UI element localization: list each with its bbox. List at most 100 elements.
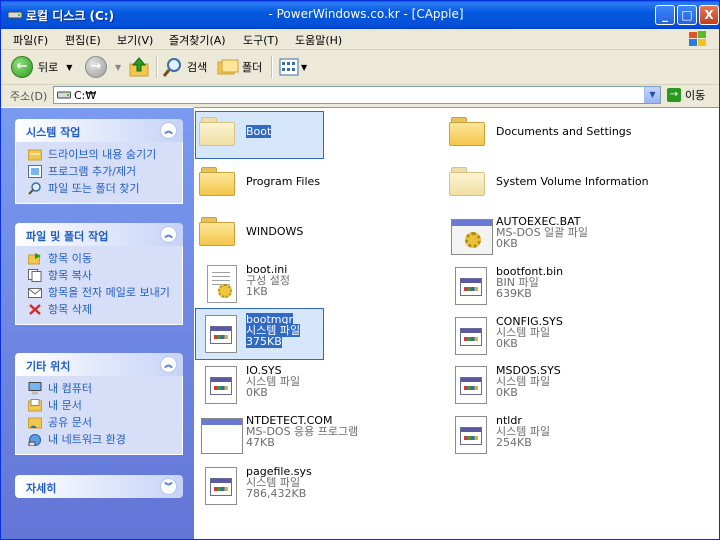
folder-icon — [199, 117, 235, 146]
collapse-chevron-icon[interactable]: ︽ — [160, 122, 177, 139]
go-arrow-icon: → — [667, 88, 681, 102]
place-my-documents[interactable]: 내 문서 — [16, 397, 182, 414]
system-file-icon — [455, 366, 487, 404]
place-shared-documents[interactable]: 공유 문서 — [16, 414, 182, 431]
task-label: 항목 복사 — [48, 269, 92, 282]
system-tasks-header[interactable]: 시스템 작업 ︽ — [15, 119, 183, 142]
address-bar: 주소(D) C:₩ ▼ → 이동 — [1, 85, 719, 106]
up-folder-button[interactable] — [128, 55, 150, 79]
close-button[interactable]: X — [699, 5, 719, 25]
address-value: C:₩ — [74, 89, 97, 102]
details-header[interactable]: 자세히 ︾ — [15, 475, 183, 498]
task-pane: 시스템 작업 ︽ 드라이브의 내용 숨기기 프로그램 추가/제거 파일 또는 폴… — [1, 107, 194, 539]
file-item[interactable]: bootmgr 시스템 파일 375KB — [195, 309, 435, 359]
file-name: Documents and Settings — [496, 125, 632, 138]
task-email-item[interactable]: 항목을 전자 메일로 보내기 — [16, 284, 182, 301]
details-panel: 자세히 ︾ — [15, 475, 183, 498]
menu-edit[interactable]: 편집(E) — [65, 32, 101, 48]
window-title: 로컬 디스크 (C:) — [26, 9, 115, 23]
minimize-button[interactable]: _ — [655, 5, 675, 25]
maximize-button[interactable]: □ — [677, 5, 697, 25]
title-bar[interactable]: 로컬 디스크 (C:) - PowerWindows.co.kr - [CApp… — [1, 1, 719, 29]
task-label: 드라이브의 내용 숨기기 — [48, 148, 157, 161]
go-button[interactable]: → 이동 — [667, 87, 705, 103]
system-file-icon — [205, 467, 237, 505]
shared-documents-icon — [28, 417, 42, 429]
file-item[interactable]: System Volume Information — [445, 161, 685, 211]
address-input[interactable]: C:₩ ▼ — [53, 86, 661, 104]
address-dropdown-icon[interactable]: ▼ — [644, 87, 660, 103]
place-label: 내 컴퓨터 — [48, 382, 92, 395]
folder-icon — [449, 167, 485, 196]
hide-contents-icon — [28, 149, 42, 161]
task-move-item[interactable]: 항목 이동 — [16, 250, 182, 267]
back-button[interactable]: ← 뒤로 ▼ — [11, 55, 72, 79]
menu-bar: 파일(F) 편집(E) 보기(V) 즐겨찾기(A) 도구(T) 도움말(H) — [1, 29, 719, 50]
forward-dropdown-icon[interactable]: ▼ — [115, 63, 121, 72]
collapse-chevron-icon[interactable]: ︽ — [160, 226, 177, 243]
search-icon — [163, 58, 181, 77]
add-remove-programs-icon — [28, 165, 42, 178]
file-item[interactable]: Documents and Settings — [445, 111, 685, 161]
folder-icon — [199, 167, 235, 196]
file-item[interactable]: IO.SYS 시스템 파일 0KB — [195, 360, 435, 410]
task-find-file[interactable]: 파일 또는 폴더 찾기 — [16, 180, 182, 197]
search-icon — [28, 182, 41, 195]
folder-icon — [449, 117, 485, 146]
menu-file[interactable]: 파일(F) — [13, 32, 48, 48]
task-label: 항목 이동 — [48, 252, 92, 265]
file-item[interactable]: Program Files — [195, 161, 435, 211]
task-hide-drive-contents[interactable]: 드라이브의 내용 숨기기 — [16, 146, 182, 163]
task-delete-item[interactable]: 항목 삭제 — [16, 301, 182, 318]
views-dropdown-icon[interactable]: ▼ — [301, 63, 307, 72]
file-item[interactable]: AUTOEXEC.BAT MS-DOS 일괄 파일 0KB — [445, 211, 685, 261]
system-tasks-title: 시스템 작업 — [26, 126, 81, 139]
search-button[interactable]: 검색 — [163, 55, 207, 79]
collapse-chevron-icon[interactable]: ︽ — [160, 356, 177, 373]
file-item[interactable]: ntldr 시스템 파일 254KB — [445, 410, 685, 460]
windows-logo-icon — [689, 31, 706, 46]
batch-file-icon — [451, 219, 493, 255]
file-size: 0KB — [246, 386, 268, 399]
file-item[interactable]: bootfont.bin BIN 파일 639KB — [445, 261, 685, 311]
menu-help[interactable]: 도움말(H) — [295, 32, 342, 48]
explorer-window: 로컬 디스크 (C:) - PowerWindows.co.kr - [CApp… — [0, 0, 720, 540]
file-item[interactable]: CONFIG.SYS 시스템 파일 0KB — [445, 311, 685, 361]
file-tasks-header[interactable]: 파일 및 폴더 작업 ︽ — [15, 223, 183, 246]
file-size: 47KB — [246, 436, 275, 449]
file-name: WINDOWS — [246, 225, 304, 238]
file-item[interactable]: WINDOWS — [195, 211, 435, 261]
place-my-computer[interactable]: 내 컴퓨터 — [16, 380, 182, 397]
file-item[interactable]: boot.ini 구성 설정 1KB — [195, 259, 435, 309]
file-name: Boot — [246, 125, 272, 138]
address-label: 주소(D) — [10, 90, 48, 103]
expand-chevron-icon[interactable]: ︾ — [160, 478, 177, 495]
go-label: 이동 — [685, 89, 706, 102]
back-label: 뒤로 — [38, 61, 59, 74]
toolbar-separator — [156, 56, 158, 78]
menu-favorites[interactable]: 즐겨찾기(A) — [169, 32, 226, 48]
place-label: 내 문서 — [48, 399, 82, 412]
task-copy-item[interactable]: 항목 복사 — [16, 267, 182, 284]
file-item[interactable]: NTDETECT.COM MS-DOS 응용 프로그램 47KB — [195, 410, 435, 460]
other-places-body: 내 컴퓨터 내 문서 공유 문서 내 네트워크 환경 — [15, 376, 183, 455]
folders-button[interactable]: 폴더 — [217, 55, 262, 79]
menu-view[interactable]: 보기(V) — [117, 32, 153, 48]
views-button[interactable]: ▼ — [279, 55, 307, 79]
file-item[interactable]: MSDOS.SYS 시스템 파일 0KB — [445, 360, 685, 410]
up-folder-icon — [129, 57, 149, 77]
file-name: Program Files — [246, 175, 321, 188]
other-places-header[interactable]: 기타 위치 ︽ — [15, 353, 183, 376]
place-my-network[interactable]: 내 네트워크 환경 — [16, 431, 182, 448]
system-file-icon — [455, 317, 487, 355]
file-item[interactable]: Boot — [195, 111, 435, 161]
menu-tools[interactable]: 도구(T) — [243, 32, 279, 48]
task-label: 프로그램 추가/제거 — [48, 165, 137, 178]
task-add-remove-programs[interactable]: 프로그램 추가/제거 — [16, 163, 182, 180]
drive-icon — [7, 11, 23, 19]
back-dropdown-icon[interactable]: ▼ — [66, 63, 72, 72]
file-name: System Volume Information — [496, 175, 649, 188]
forward-button[interactable]: → ▼ — [85, 55, 121, 79]
file-item[interactable]: pagefile.sys 시스템 파일 786,432KB — [195, 461, 435, 511]
file-list: Boot Program Files WINDOWS boot.ini 구성 설… — [194, 107, 719, 539]
